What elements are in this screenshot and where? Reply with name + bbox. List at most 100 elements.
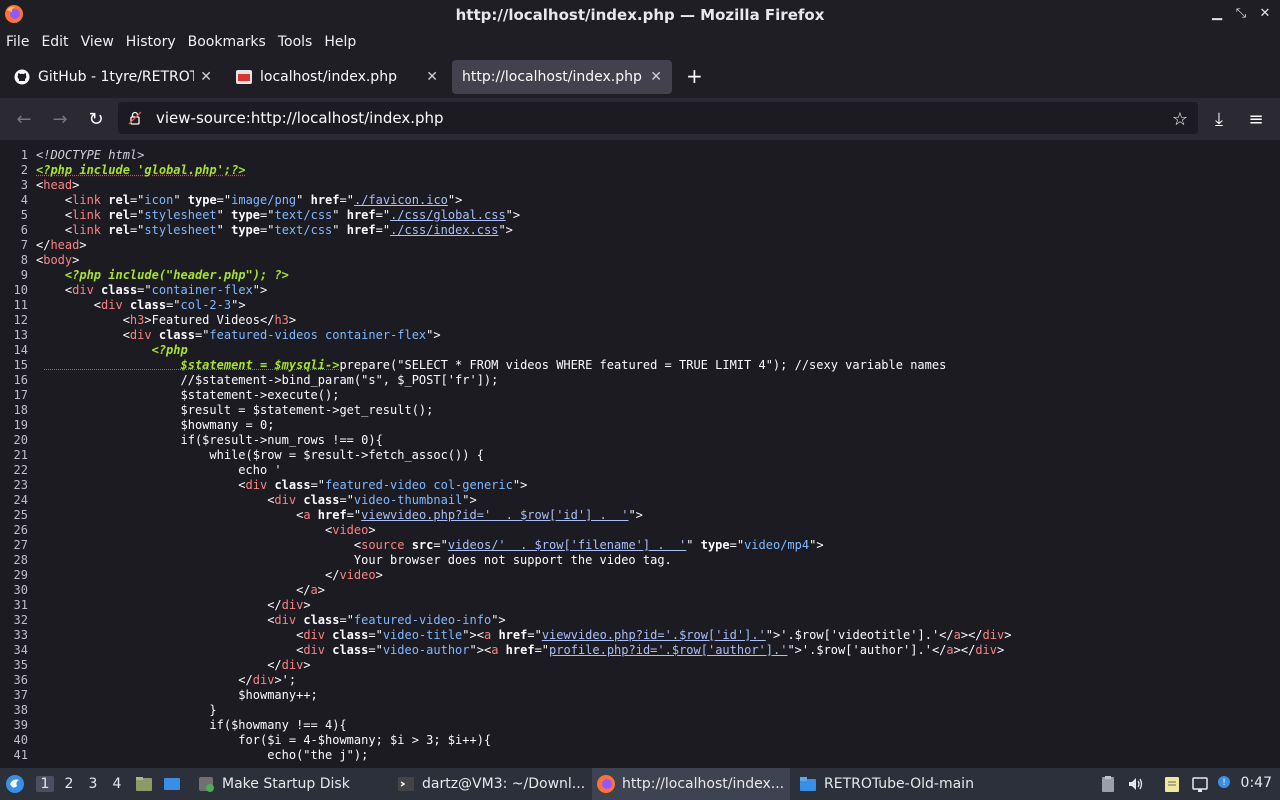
show-desktop-icon[interactable] xyxy=(162,774,182,794)
notification-icon[interactable]: ! xyxy=(1214,774,1234,794)
window-titlebar: http://localhost/index.php — Mozilla Fir… xyxy=(0,0,1280,30)
source-line: 38 } xyxy=(13,703,217,717)
source-line: 4 <link rel="icon" type="image/png" href… xyxy=(20,193,463,207)
menu-bar: File Edit View History Bookmarks Tools H… xyxy=(0,30,1280,54)
source-line: 40 for($i = 4-$howmany; $i > 3; $i++){ xyxy=(13,733,492,747)
maximize-icon[interactable]: ⤡ xyxy=(1234,6,1248,21)
source-line: 20 if($result->num_rows !== 0){ xyxy=(13,433,383,447)
svg-text:!: ! xyxy=(1222,778,1226,788)
tab-view-source[interactable]: http://localhost/index.php ✕ xyxy=(452,60,672,94)
source-line: 5 <link rel="stylesheet" type="text/css"… xyxy=(20,208,521,222)
minimize-icon[interactable]: ▁ xyxy=(1210,6,1224,21)
retrotube-icon xyxy=(236,70,252,84)
source-line: 3 <head> xyxy=(20,178,80,192)
workspace-4[interactable]: 4 xyxy=(108,776,126,792)
forward-arrow-icon[interactable]: → xyxy=(48,107,72,131)
github-icon xyxy=(14,69,30,85)
source-line: 34 <div class="video-author"><a href="pr… xyxy=(13,643,1005,657)
view-source-content: 1 <!DOCTYPE html> 2 <?php include 'global.… xyxy=(0,140,1280,768)
menu-history[interactable]: History xyxy=(126,34,176,50)
error-underline xyxy=(44,369,339,370)
menu-file[interactable]: File xyxy=(6,34,29,50)
source-line: 27 <source src="videos/' . $row['filenam… xyxy=(13,538,824,552)
workspace-2[interactable]: 2 xyxy=(60,776,78,792)
source-line: 7 </head> xyxy=(20,238,87,252)
tab-label: localhost/index.php xyxy=(260,69,397,85)
reload-icon[interactable]: ↻ xyxy=(84,107,108,131)
network-icon[interactable] xyxy=(1190,774,1210,794)
taskbar-item-label: Make Startup Disk xyxy=(222,776,350,792)
taskbar-item-terminal[interactable]: dartz@VM3: ~/Downl... xyxy=(392,768,588,800)
terminal-icon xyxy=(398,777,414,791)
page-info-icon[interactable] xyxy=(128,111,142,125)
source-line: 16 //$statement->bind_param("s", $_POST[… xyxy=(13,373,499,387)
folder-icon xyxy=(800,777,816,791)
source-line: 22 echo ' xyxy=(13,463,282,477)
source-line: 23 <div class="featured-video col-generi… xyxy=(13,478,528,492)
workspace-3[interactable]: 3 xyxy=(84,776,102,792)
downloads-icon[interactable]: ⤓ xyxy=(1207,107,1231,131)
source-line: 32 <div class="featured-video-info"> xyxy=(13,613,506,627)
tab-close-icon[interactable]: ✕ xyxy=(200,69,212,85)
menu-tools[interactable]: Tools xyxy=(278,34,313,50)
source-line: 8 <body> xyxy=(20,253,80,267)
clock: 0:47 xyxy=(1240,775,1272,791)
source-line: 36 </div>'; xyxy=(13,673,297,687)
notes-tray-icon[interactable] xyxy=(1162,774,1182,794)
startup-disk-icon xyxy=(199,777,214,792)
source-line: 6 <link rel="stylesheet" type="text/css"… xyxy=(20,223,513,237)
workspace-1[interactable]: 1 xyxy=(36,776,54,792)
source-line: 29 </video> xyxy=(13,568,383,582)
clipboard-tray-icon[interactable] xyxy=(1098,774,1118,794)
source-line: 2 <?php include 'global.php';?> xyxy=(20,163,246,177)
menu-view[interactable]: View xyxy=(81,34,114,50)
menu-bookmarks[interactable]: Bookmarks xyxy=(188,34,266,50)
source-line: 30 </a> xyxy=(13,583,326,597)
source-line: 33 <div class="video-title"><a href="vie… xyxy=(13,628,1012,642)
source-line: 1 <!DOCTYPE html> xyxy=(20,148,145,162)
source-line: 15 $statement = $mysqli->prepare("SELECT… xyxy=(13,358,947,372)
menu-help[interactable]: Help xyxy=(324,34,356,50)
source-line: 37 $howmany++; xyxy=(13,688,318,702)
source-line: 10 <div class="container-flex"> xyxy=(13,283,268,297)
source-line: 25 <a href="viewvideo.php?id=' . $row['i… xyxy=(13,508,643,522)
source-line: 19 $howmany = 0; xyxy=(13,418,275,432)
source-line: 24 <div class="video-thumbnail"> xyxy=(13,493,477,507)
start-menu-icon[interactable] xyxy=(5,774,25,794)
source-line: 13 <div class="featured-videos container… xyxy=(13,328,441,342)
back-arrow-icon[interactable]: ← xyxy=(12,107,36,131)
tab-github[interactable]: GitHub - 1tyre/RETROTube ✕ xyxy=(4,60,222,94)
url-text: view-source:http://localhost/index.php xyxy=(156,109,444,127)
new-tab-button[interactable]: + xyxy=(686,64,703,88)
source-line: 21 while($row = $result->fetch_assoc()) … xyxy=(13,448,484,462)
tab-label: GitHub - 1tyre/RETROTube xyxy=(38,69,195,85)
volume-icon[interactable] xyxy=(1126,774,1146,794)
tab-close-icon[interactable]: ✕ xyxy=(650,69,662,85)
menu-edit[interactable]: Edit xyxy=(41,34,68,50)
source-line: 26 <video> xyxy=(13,523,376,537)
source-line: 39 if($howmany !== 4){ xyxy=(13,718,347,732)
source-line: 31 </div> xyxy=(13,598,311,612)
taskbar-item-folder[interactable]: RETROTube-Old-main xyxy=(794,768,990,800)
taskbar-item-startup-disk[interactable]: Make Startup Disk xyxy=(192,768,384,800)
source-line: 9 <?php include("header.php"); ?> xyxy=(20,268,289,282)
taskbar-item-label: RETROTube-Old-main xyxy=(824,776,974,792)
source-line: 14 <?php xyxy=(13,343,188,357)
navigation-toolbar: ← → ↻ view-source:http://localhost/index… xyxy=(0,98,1280,140)
hamburger-menu-icon[interactable]: ≡ xyxy=(1244,107,1268,131)
tab-close-icon[interactable]: ✕ xyxy=(426,69,438,85)
taskbar-item-firefox[interactable]: http://localhost/index... xyxy=(592,768,790,800)
taskbar-item-label: http://localhost/index... xyxy=(622,776,785,792)
source-line: 17 $statement->execute(); xyxy=(13,388,340,402)
bookmark-star-icon[interactable]: ☆ xyxy=(1168,107,1192,131)
close-icon[interactable]: ✕ xyxy=(1258,6,1272,21)
url-bar[interactable]: view-source:http://localhost/index.php xyxy=(118,102,1198,134)
taskbar-item-label: dartz@VM3: ~/Downl... xyxy=(422,776,586,792)
tab-label: http://localhost/index.php xyxy=(462,69,642,85)
source-line: 18 $result = $statement->get_result(); xyxy=(13,403,434,417)
file-manager-icon[interactable] xyxy=(134,774,154,794)
source-line: 11 <div class="col-2-3"> xyxy=(13,298,246,312)
source-line: 35 </div> xyxy=(13,658,311,672)
tab-localhost[interactable]: localhost/index.php ✕ xyxy=(226,60,448,94)
source-line: 12 <h3>Featured Videos</h3> xyxy=(13,313,297,327)
